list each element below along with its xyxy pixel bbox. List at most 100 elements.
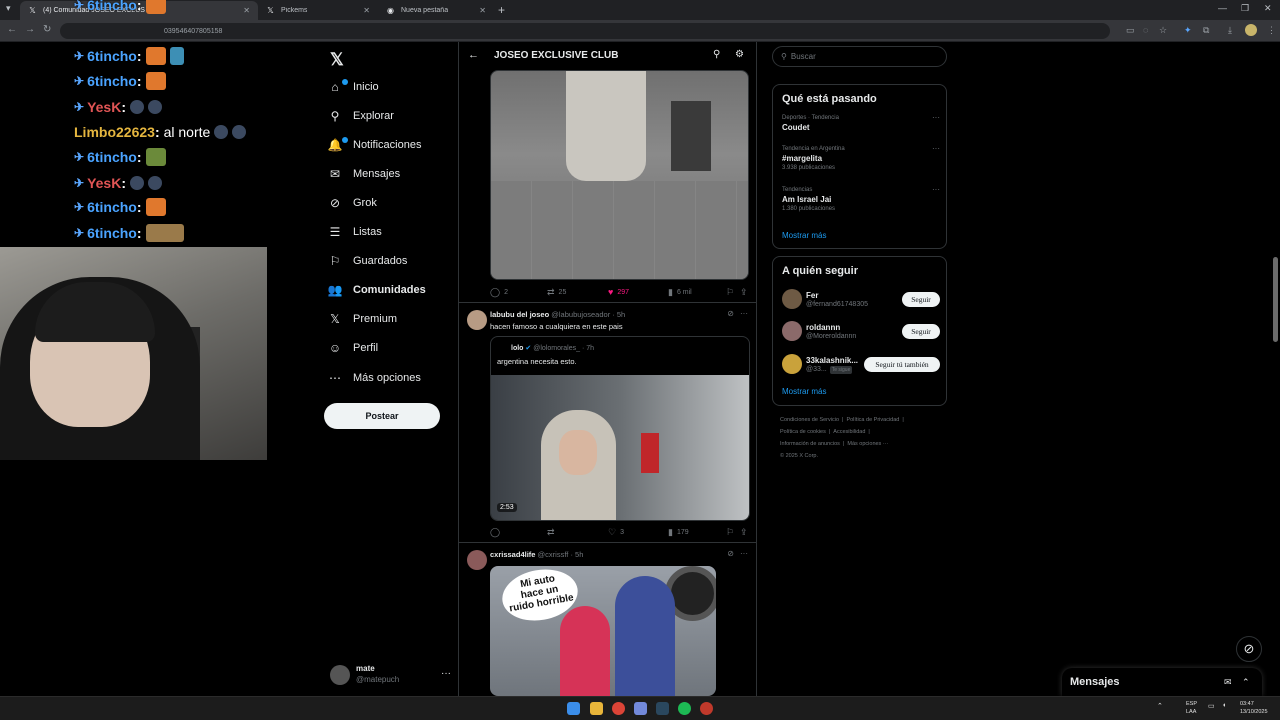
reply-button[interactable]: ◯ 2 (490, 287, 508, 298)
avatar[interactable] (467, 550, 487, 570)
restore-icon[interactable]: ❐ (1241, 3, 1249, 14)
share-button[interactable]: ⇪ (740, 527, 752, 538)
puzzle-icon[interactable]: ⧉ (1203, 25, 1209, 36)
more-icon[interactable]: ··· (441, 668, 451, 679)
repost-button[interactable]: ⇄ 25 (547, 287, 566, 298)
nav-item-grok[interactable]: ⊘ Grok (328, 191, 377, 215)
like-button[interactable]: ♥ 297 (608, 287, 629, 297)
gear-icon[interactable]: ⚙ (735, 49, 744, 60)
bookmark-button[interactable]: ⚐ (726, 287, 738, 298)
nav-item-guardados[interactable]: ⚐ Guardados (328, 249, 408, 273)
chevron-up-icon[interactable]: ⌃ (1157, 702, 1163, 710)
search-input[interactable]: ⚲ Buscar (772, 46, 947, 67)
nav-item-comunidades[interactable]: 👥 Comunidades (328, 278, 426, 302)
nav-item-mensajes[interactable]: ✉ Mensajes (328, 162, 400, 186)
download-icon[interactable]: ⤓ (1228, 25, 1232, 36)
footer-link[interactable]: Más opciones ··· (847, 441, 888, 447)
eye-off-icon[interactable]: ◌ (1143, 25, 1148, 35)
more-icon[interactable]: ··· (740, 309, 748, 318)
nav-item-más-opciones[interactable]: ⋯ Más opciones (328, 366, 421, 390)
volume-icon[interactable]: ◖ (1222, 702, 1226, 709)
cast-icon[interactable]: ▭ (1126, 25, 1135, 36)
x-logo-icon[interactable]: 𝕏 (330, 50, 344, 70)
page-scrollbar[interactable] (1273, 44, 1278, 694)
window-close-icon[interactable]: ✕ (1264, 3, 1272, 14)
extension-icon[interactable]: ✦ (1184, 25, 1192, 36)
quote-handle: @lolomorales_ (533, 345, 581, 352)
follow-button[interactable]: Seguir (902, 324, 940, 339)
community-feed: ← JOSEO EXCLUSIVE CLUB ⚲ ⚙ ◯ 2 ⇄ 25 ♥ 297 ▮… (458, 42, 757, 696)
grok-floating-icon[interactable]: ⊘ (1236, 636, 1262, 662)
grok-icon[interactable]: ⊘ (727, 549, 734, 558)
nav-item-notificaciones[interactable]: 🔔 Notificaciones (328, 133, 421, 157)
nav-item-explorar[interactable]: ⚲ Explorar (328, 104, 394, 128)
views-button[interactable]: ▮ 179 (668, 527, 689, 538)
close-icon[interactable]: ✕ (363, 6, 370, 15)
steam-icon[interactable] (656, 702, 669, 715)
footer-link[interactable]: Accesibilidad (833, 429, 865, 435)
post-image[interactable]: Mi auto hace un ruido horrible (490, 566, 716, 696)
footer-link[interactable]: Condiciones de Servicio (780, 417, 839, 423)
nav-item-listas[interactable]: ☰ Listas (328, 220, 382, 244)
footer-link[interactable]: © 2025 X Corp. (780, 453, 818, 459)
more-icon[interactable]: ··· (932, 144, 940, 153)
show-more-link[interactable]: Mostrar más (782, 387, 826, 396)
post-button[interactable]: Postear (324, 403, 440, 429)
avatar[interactable] (782, 321, 802, 341)
more-icon[interactable]: ··· (740, 549, 748, 558)
repost-button[interactable]: ⇄ (547, 527, 559, 538)
chevron-up-icon[interactable]: ⌃ (1242, 677, 1250, 688)
share-button[interactable]: ⇪ (740, 287, 752, 298)
back-arrow-icon[interactable]: ← (468, 49, 479, 61)
video-player[interactable]: 2:53 (491, 375, 749, 520)
footer-link[interactable]: Política de Privacidad (846, 417, 899, 423)
windows-start-icon[interactable] (567, 702, 580, 715)
close-icon[interactable]: ✕ (479, 6, 486, 15)
avatar[interactable] (782, 354, 802, 374)
footer-link[interactable]: Política de cookies (780, 429, 826, 435)
messages-drawer[interactable]: Mensajes ✉ ⌃ (1062, 668, 1262, 696)
follow-button[interactable]: Seguir tú también (864, 357, 940, 372)
compose-message-icon[interactable]: ✉ (1224, 677, 1232, 688)
search-icon[interactable]: ⚲ (713, 49, 720, 60)
grok-icon[interactable]: ⊘ (727, 309, 734, 318)
follow-suggestion[interactable]: Fer @fernand61748305 Seguir (782, 289, 942, 311)
new-tab-button[interactable]: + (498, 3, 505, 17)
menu-icon[interactable]: ⋮ (1267, 25, 1276, 36)
trend-item[interactable]: Tendencia en Argentina #margelita 3.938 pu… (782, 144, 942, 171)
tab-nueva-pestana[interactable]: ◉ Nueva pestaña ✕ (378, 1, 494, 20)
discord-icon[interactable] (634, 702, 647, 715)
footer-link[interactable]: Información de anuncios (780, 441, 840, 447)
bookmark-button[interactable]: ⚐ (726, 527, 738, 538)
more-icon[interactable]: ··· (932, 113, 940, 122)
spotify-icon[interactable] (678, 702, 691, 715)
obs-icon[interactable] (700, 702, 713, 715)
reply-button[interactable]: ◯ (490, 527, 504, 538)
more-icon[interactable]: ··· (932, 185, 940, 194)
minimize-icon[interactable]: — (1218, 3, 1227, 13)
trend-item[interactable]: Deportes · Tendencia Coudet ··· (782, 113, 942, 134)
chat-message: Limbo22623: al norte (74, 121, 247, 143)
chrome-icon[interactable] (612, 702, 625, 715)
avatar[interactable] (467, 310, 487, 330)
post-image[interactable] (490, 70, 749, 280)
language-indicator[interactable]: ESP (1186, 701, 1197, 707)
clock-time[interactable]: 03:47 (1240, 701, 1254, 707)
show-more-link[interactable]: Mostrar más (782, 231, 826, 240)
account-switcher[interactable]: mate @matepuch ··· (330, 660, 455, 690)
nav-item-inicio[interactable]: ⌂ Inicio (328, 75, 379, 99)
file-explorer-icon[interactable] (590, 702, 603, 715)
follow-suggestion[interactable]: 33kalashnik... @33... Te sigue Seguir tú ta… (782, 354, 942, 376)
views-button[interactable]: ▮ 6 mil (668, 287, 692, 298)
follow-suggestion[interactable]: roldannn @Moreroldannn Seguir (782, 321, 942, 343)
trend-item[interactable]: Tendencias Am Israel Jai 1.380 publicacion… (782, 185, 942, 212)
network-icon[interactable]: ▭ (1208, 702, 1215, 710)
nav-item-perfil[interactable]: ☺ Perfil (328, 336, 378, 360)
like-button[interactable]: ♡ 3 (608, 527, 624, 538)
star-icon[interactable]: ☆ (1159, 25, 1167, 36)
quoted-tweet[interactable]: lolo ✔ @lolomorales_ · 7h argentina nece… (490, 336, 750, 521)
avatar[interactable] (782, 289, 802, 309)
nav-item-premium[interactable]: 𝕏 Premium (328, 307, 397, 331)
follow-button[interactable]: Seguir (902, 292, 940, 307)
profile-avatar[interactable] (1245, 24, 1257, 36)
